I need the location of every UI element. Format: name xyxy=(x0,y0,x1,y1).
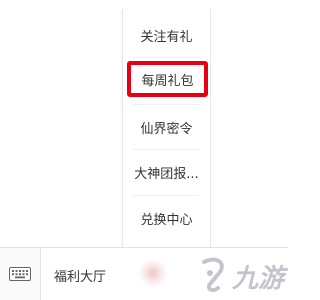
menu-item-exchange-center[interactable]: 兑换中心 xyxy=(129,203,204,233)
svg-text:九游: 九游 xyxy=(231,264,288,294)
menu-item-weekly-gift[interactable]: 每周礼包 xyxy=(127,61,208,97)
menu-item-group-signup[interactable]: 大神团报... xyxy=(129,157,204,187)
menu-item-follow-gift[interactable]: 关注有礼 xyxy=(129,20,204,50)
menu-divider xyxy=(133,57,199,58)
menu-item-immortal-code[interactable]: 仙界密令 xyxy=(129,112,204,142)
blurred-decoration xyxy=(140,260,166,286)
welfare-hall-tab[interactable]: 福利大厅 xyxy=(54,266,106,285)
keyboard-icon xyxy=(9,267,31,281)
menu-divider xyxy=(133,104,199,105)
keyboard-toggle[interactable] xyxy=(0,248,41,300)
bottom-bar: 福利大厅 九游 xyxy=(0,247,288,300)
menu-divider xyxy=(133,195,199,196)
jiuyou-logo-icon: 九游 xyxy=(202,257,288,294)
menu-divider xyxy=(133,149,199,150)
